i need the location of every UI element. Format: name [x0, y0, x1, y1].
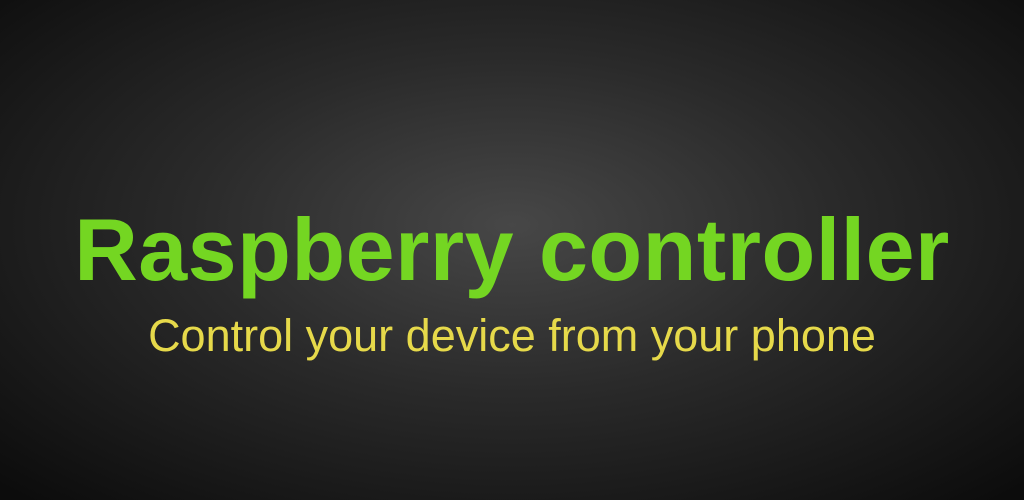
promo-banner: Raspberry controller Control your device… — [0, 0, 1024, 500]
app-tagline: Control your device from your phone — [148, 310, 876, 361]
app-title: Raspberry controller — [74, 200, 950, 299]
